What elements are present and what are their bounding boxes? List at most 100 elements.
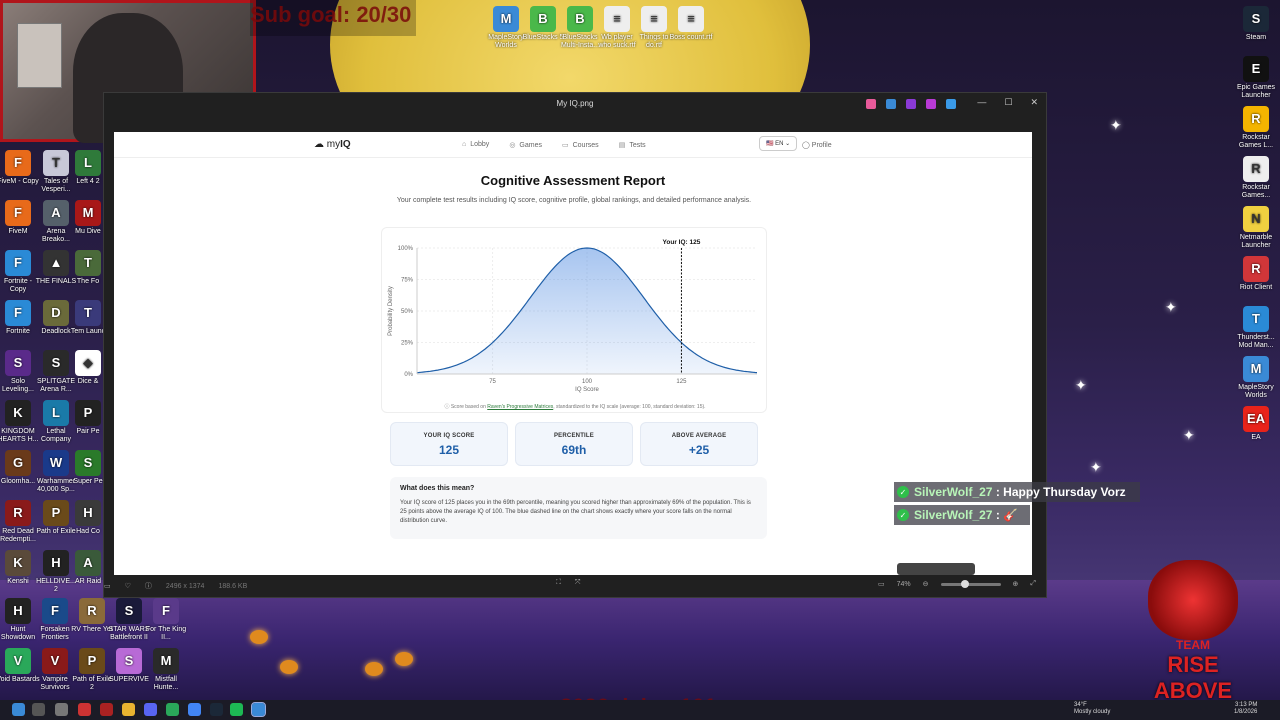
desktop-icon-label: Rockstar Games... — [1241, 184, 1271, 199]
file-explorer-icon[interactable] — [122, 703, 135, 716]
taskbar: 34°F Mostly cloudy 3:13 PM 1/8/2026 — [0, 700, 1280, 720]
app-icon: F — [5, 200, 31, 226]
desktop-icon-label: EA — [1251, 434, 1261, 441]
desktop-icon[interactable]: M MapleStory Worlds — [1234, 356, 1278, 400]
zoom-slider[interactable] — [940, 579, 1001, 588]
app-icon: T — [1243, 306, 1269, 332]
desktop-icon[interactable]: R Rockstar Games... — [1234, 156, 1278, 200]
capture-toolbar[interactable] — [897, 563, 975, 575]
discord-icon[interactable] — [144, 703, 157, 716]
app-icon: K — [5, 400, 31, 426]
app-icon: M — [1243, 356, 1269, 382]
app-icon[interactable] — [100, 703, 113, 716]
app-icon: ◆ — [75, 350, 101, 376]
app-icon: H — [75, 500, 101, 526]
app-icon: ≡ — [604, 6, 630, 32]
spotify-icon[interactable] — [230, 703, 243, 716]
xbox-icon[interactable] — [166, 703, 179, 716]
nav-label: Games — [519, 142, 542, 149]
zoom-in-icon[interactable]: ⊕ — [1013, 580, 1019, 588]
onedrive-icon[interactable] — [946, 99, 956, 109]
zoom-out-icon[interactable]: ⊖ — [923, 580, 929, 588]
clipchamp-icon[interactable] — [926, 99, 936, 109]
nav-link-courses: ▭ Courses — [562, 141, 599, 149]
weather-widget[interactable]: 34°F Mostly cloudy — [1074, 702, 1110, 716]
chat-text: : 🎸 — [995, 508, 1019, 522]
desktop-icon[interactable]: ≡ Boss count.rtf — [669, 6, 713, 42]
desktop-icon[interactable]: EA EA — [1234, 406, 1278, 442]
chrome-icon[interactable] — [188, 703, 201, 716]
iq-distribution-chart: 0% 25% 50% 75% 100% 75 100 125 Your IQ: 125 IQ Sc… — [388, 239, 758, 393]
minimize-button[interactable]: — — [977, 97, 986, 108]
x-tick-label: 100 — [582, 379, 593, 385]
stat-value: 125 — [438, 443, 460, 457]
favorite-icon[interactable]: ♡ — [125, 582, 131, 590]
task-view-icon[interactable] — [55, 703, 68, 716]
pumpkin-decoration — [365, 662, 383, 676]
desktop-icon-label: Mistfall Hunte... — [153, 676, 179, 691]
desktop-icon[interactable]: S Steam — [1234, 6, 1278, 42]
app-icon: M — [75, 200, 101, 226]
weather-desc: Mostly cloudy — [1074, 709, 1111, 715]
app-icon: F — [42, 598, 68, 624]
image-dimensions: 2496 x 1374 — [165, 582, 205, 590]
app-icon: A — [75, 550, 101, 576]
y-axis-label: Probability Density — [388, 286, 394, 336]
desktop-icon-label: For The King II... — [145, 626, 187, 641]
app-icon: P — [75, 400, 101, 426]
app-icon: R — [79, 598, 105, 624]
start-icon[interactable] — [12, 703, 25, 716]
fullscreen-icon[interactable]: ⤢ — [1030, 580, 1036, 588]
marker-label: Your IQ: 125 — [663, 239, 701, 246]
app-icon: R — [5, 500, 31, 526]
x-tick-label: 125 — [676, 379, 687, 385]
desktop-icon[interactable]: F For The King II... — [144, 598, 188, 642]
app-icon: N — [1243, 206, 1269, 232]
check-icon: ✓ — [897, 486, 909, 498]
explanation-heading: What does this mean? — [400, 485, 475, 492]
copilot-icon[interactable] — [866, 99, 876, 109]
desktop-icon[interactable]: E Epic Games Launcher — [1234, 56, 1278, 100]
stat-label: YOUR IQ SCORE — [423, 433, 475, 439]
y-tick-label: 50% — [401, 309, 414, 315]
desktop-icon-label: Riot Client — [1239, 284, 1273, 291]
zoom-level[interactable]: 74% — [897, 581, 911, 588]
edit-icon[interactable] — [886, 99, 896, 109]
desktop-icon[interactable]: R Riot Client — [1234, 256, 1278, 292]
close-button[interactable]: ✕ — [1030, 97, 1038, 108]
search-icon[interactable] — [32, 703, 45, 716]
y-tick-label: 100% — [398, 246, 414, 252]
screen-icon[interactable]: ▭ — [878, 580, 885, 588]
viewer-titlebar[interactable]: My IQ.png — ☐ ✕ — [104, 93, 1046, 115]
nav-icon: ◎ — [509, 142, 516, 149]
note-suffix: , standardized to the IQ scale (average:… — [553, 404, 706, 410]
cloud-icon: ☁ — [314, 139, 324, 150]
paint-icon[interactable] — [906, 99, 916, 109]
desktop-icon[interactable]: N Netmarble Launcher — [1234, 206, 1278, 250]
maximize-button[interactable]: ☐ — [1004, 97, 1012, 108]
app-icon: K — [5, 550, 31, 576]
desktop-icon[interactable]: R Rockstar Games L... — [1234, 106, 1278, 150]
app-icon: P — [79, 648, 105, 674]
viewer-statusbar: ▭ ♡ ⓘ 2496 x 1374 188.6 KB ⛶ ⤧ ▭ 74% ⊖ ⊕… — [104, 573, 1046, 597]
crop-icon[interactable]: ⤧ — [575, 579, 581, 587]
filmstrip-icon[interactable]: ▭ — [104, 582, 111, 590]
app-icon: S — [116, 598, 142, 624]
info-icon[interactable]: ⓘ — [145, 581, 152, 591]
app-icon: ≡ — [678, 6, 704, 32]
site-navbar: ☁ myIQ ⌂ Lobby ◎ Games ▭ Courses ▤ Tests 🇺🇸 EN … — [114, 132, 1032, 158]
chat-text: : Happy Thursday Vorz — [995, 485, 1126, 499]
app-icon: ≡ — [641, 6, 667, 32]
desktop-icon[interactable]: M Mistfall Hunte... — [144, 648, 188, 692]
app-icon: S — [116, 648, 142, 674]
photos-icon[interactable] — [251, 702, 266, 717]
desktop-icon[interactable]: T Thunderst... Mod Man... — [1234, 306, 1278, 350]
nav-icon: ⌂ — [462, 141, 467, 148]
steam-icon[interactable] — [210, 703, 223, 716]
fit-icon[interactable]: ⛶ — [556, 579, 561, 587]
clock[interactable]: 3:13 PM 1/8/2026 — [1234, 702, 1257, 716]
app-icon[interactable] — [78, 703, 91, 716]
app-icon: F — [5, 150, 31, 176]
star-decoration: ✦ — [1090, 459, 1102, 475]
chat-user: SilverWolf_27 — [914, 485, 993, 499]
